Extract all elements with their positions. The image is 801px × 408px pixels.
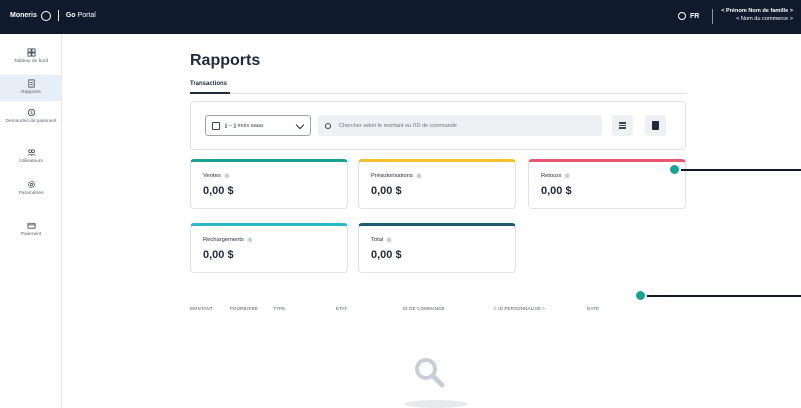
- column-header-amount[interactable]: MONTANT: [190, 306, 213, 311]
- filter-panel: jj – jj mois aaaa Chercher selon le mont…: [190, 101, 686, 150]
- search-placeholder: Chercher selon le montant ou l'ID de com…: [339, 122, 457, 129]
- brand-logo[interactable]: Moneris Go Portal: [10, 10, 96, 21]
- merchant-name: < Nom du commerce >: [736, 16, 793, 22]
- card-label: Total 0: [371, 237, 393, 243]
- user-name: < Prénom Nom de famille >: [721, 8, 793, 14]
- empty-state-shadow: [404, 400, 468, 408]
- column-header-state[interactable]: ÉTAT: [336, 306, 347, 311]
- column-header-custom-id[interactable]: < ID PERSONNALISÉ >: [494, 306, 545, 311]
- brand-name: Moneris: [10, 12, 37, 19]
- filter-icon: [619, 121, 626, 130]
- sidebar-item-label: Paramètres: [18, 191, 44, 196]
- calendar-icon: [212, 121, 220, 130]
- globe-icon: [678, 12, 686, 20]
- chevron-down-icon: [295, 120, 305, 130]
- card-label: Retours 0: [541, 173, 571, 179]
- column-header-tip[interactable]: POURBOIRE: [230, 306, 258, 311]
- sidebar-item-payment[interactable]: Paiement: [0, 221, 62, 243]
- top-bar: Moneris Go Portal FR < Prénom Nom de fam…: [0, 0, 801, 34]
- brand-divider: [57, 10, 59, 21]
- date-range-select[interactable]: jj – jj mois aaaa: [205, 115, 311, 136]
- export-button[interactable]: [645, 115, 666, 136]
- tab-active-indicator: [190, 92, 230, 94]
- sidebar-item-label: Demandes de paiement: [5, 119, 57, 124]
- document-icon: [652, 121, 659, 130]
- column-header-order-id[interactable]: ID DE COMMANDE: [403, 306, 445, 311]
- callout-dot-cards: [668, 163, 681, 176]
- card-value: 0,00 $: [541, 185, 572, 197]
- topbar-divider: [712, 9, 713, 24]
- column-header-type[interactable]: TYPE: [273, 306, 285, 311]
- column-header-date[interactable]: DATE: [587, 306, 599, 311]
- date-range-placeholder: jj – jj mois aaaa: [225, 122, 263, 129]
- count-badge: 0: [223, 173, 230, 179]
- callout-line-cards: [680, 169, 801, 171]
- sidebar-item-label: Tableau de bord: [13, 59, 49, 64]
- card-value: 0,00 $: [203, 249, 234, 261]
- count-badge: 0: [246, 237, 253, 243]
- search-input[interactable]: Chercher selon le montant ou l'ID de com…: [318, 115, 602, 136]
- payment-icon: [26, 222, 36, 229]
- sidebar: Tableau de bord Rapports $ Demandes de p…: [0, 34, 62, 408]
- card-value: 0,00 $: [371, 249, 402, 261]
- page-title: Rapports: [190, 52, 261, 69]
- card-preautorisations[interactable]: Préautorisations 0 0,00 $: [358, 159, 516, 209]
- card-retours[interactable]: Retours 0 0,00 $: [528, 159, 686, 209]
- card-label: Préautorisations 0: [371, 173, 422, 179]
- sidebar-item-label: Utilisateurs: [19, 159, 43, 164]
- count-badge: 0: [386, 237, 393, 243]
- card-value: 0,00 $: [203, 185, 234, 197]
- svg-text:$: $: [30, 110, 33, 115]
- sidebar-item-users[interactable]: Utilisateurs: [0, 148, 62, 170]
- gear-icon: [27, 180, 35, 189]
- count-badge: 0: [564, 173, 571, 179]
- user-menu[interactable]: < Prénom Nom de famille > < Nom du comme…: [721, 7, 793, 23]
- tab-divider: [190, 93, 686, 94]
- moneris-logo-icon: [40, 10, 51, 21]
- sidebar-item-payment-requests[interactable]: $ Demandes de paiement: [0, 108, 62, 138]
- tab-transactions[interactable]: Transactions: [190, 81, 227, 87]
- sidebar-item-settings[interactable]: Paramètres: [0, 180, 62, 202]
- language-label: FR: [690, 12, 700, 20]
- card-ventes[interactable]: Ventes 0 0,00 $: [190, 159, 348, 209]
- sidebar-item-label: Rapports: [21, 90, 41, 95]
- report-icon: [27, 79, 35, 88]
- portal-name: Go Portal: [65, 12, 96, 19]
- search-empty-icon: [415, 358, 445, 388]
- card-value: 0,00 $: [371, 185, 402, 197]
- sidebar-item-label: Paiement: [20, 232, 42, 237]
- sidebar-item-dashboard[interactable]: Tableau de bord: [0, 44, 62, 72]
- callout-dot-table: [634, 289, 647, 302]
- count-badge: 0: [415, 173, 422, 179]
- card-label: Rechargements 0: [203, 237, 253, 243]
- card-label: Ventes 0: [203, 173, 230, 179]
- search-icon: [325, 122, 331, 129]
- users-icon: [27, 149, 36, 156]
- dashboard-icon: [26, 48, 36, 57]
- callout-line-table: [646, 295, 801, 297]
- sidebar-item-reports[interactable]: Rapports: [0, 75, 62, 101]
- filter-button[interactable]: [612, 115, 633, 136]
- payment-request-icon: $: [27, 108, 35, 117]
- card-rechargements[interactable]: Rechargements 0 0,00 $: [190, 223, 348, 273]
- card-total[interactable]: Total 0 0,00 $: [358, 223, 516, 273]
- language-switch[interactable]: FR: [678, 12, 699, 20]
- main-content: Rapports Transactions jj – jj mois aaaa …: [62, 34, 801, 408]
